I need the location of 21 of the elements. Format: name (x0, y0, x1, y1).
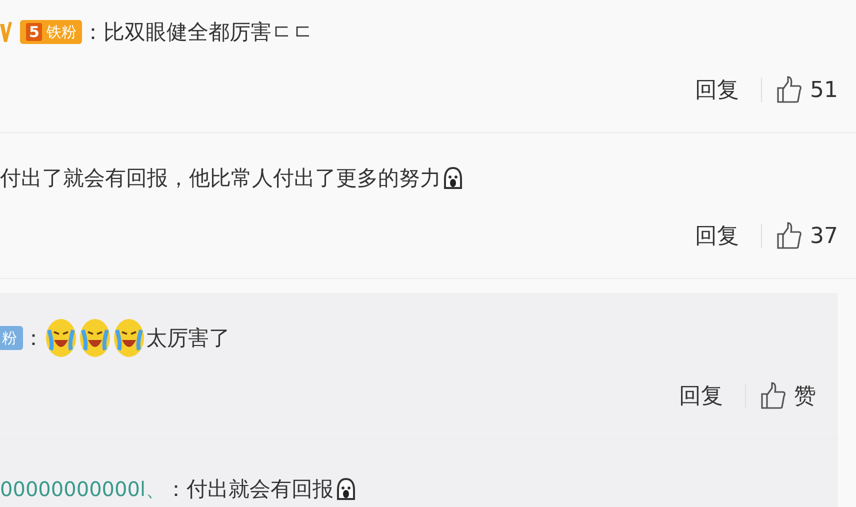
fan-badge: 粉 (0, 326, 23, 350)
scream-face-icon (336, 478, 356, 500)
fan-badge: 5 铁粉 (20, 20, 82, 44)
comment-text: ：比双眼健全都厉害ㄷㄷ (82, 19, 314, 46)
thumbs-up-icon[interactable] (776, 76, 802, 104)
like-count: 37 (810, 224, 838, 248)
laughing-tears-icon (45, 318, 77, 358)
laughing-tears-icon (113, 318, 145, 358)
thumbs-up-icon[interactable] (776, 222, 802, 250)
comment-text: ： (23, 325, 44, 352)
laughing-tears-icon (79, 318, 111, 358)
comment-text: 太厉害了 (146, 325, 230, 352)
comment-text: ：付出就会有回报 (166, 476, 334, 503)
reply-link[interactable]: 回复 (679, 381, 723, 411)
scream-face-icon (443, 167, 463, 189)
reply-link[interactable]: 回复 (695, 75, 739, 105)
like-count: 51 (810, 78, 838, 102)
comment-text: 付出了就会有回报，他比常人付出了更多的努力 (0, 165, 441, 192)
thumbs-up-icon[interactable] (760, 382, 786, 410)
reply-link[interactable]: 回复 (695, 221, 739, 251)
like-button[interactable]: 赞 (794, 381, 820, 411)
